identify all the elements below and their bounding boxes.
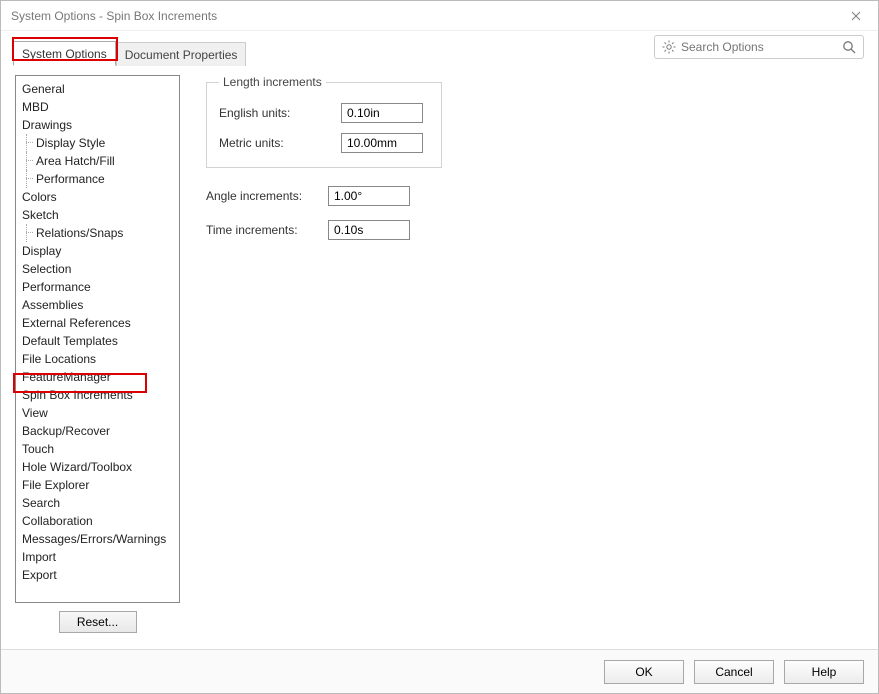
tree-item-drawings[interactable]: Drawings (20, 116, 175, 134)
tree-item-display[interactable]: Display (20, 242, 175, 260)
english-units-label: English units: (219, 106, 341, 120)
angle-increments-input[interactable] (328, 186, 410, 206)
tree-item-external-references[interactable]: External References (20, 314, 175, 332)
tab-system-options[interactable]: System Options (13, 41, 116, 66)
tree-item-backup-recover[interactable]: Backup/Recover (20, 422, 175, 440)
gear-icon (661, 39, 677, 55)
options-tree[interactable]: General MBD Drawings Display Style Area … (15, 75, 180, 603)
dialog-body: General MBD Drawings Display Style Area … (1, 65, 878, 649)
tree-item-display-style[interactable]: Display Style (20, 134, 175, 152)
search-input[interactable] (677, 40, 841, 54)
tree-item-sketch[interactable]: Sketch (20, 206, 175, 224)
tree-item-featuremanager[interactable]: FeatureManager (20, 368, 175, 386)
time-increments-input[interactable] (328, 220, 410, 240)
window-title: System Options - Spin Box Increments (11, 9, 217, 23)
tree-item-assemblies[interactable]: Assemblies (20, 296, 175, 314)
length-increments-legend: Length increments (219, 75, 326, 89)
time-increments-label: Time increments: (206, 223, 328, 237)
tree-item-hole-wizard-toolbox[interactable]: Hole Wizard/Toolbox (20, 458, 175, 476)
tab-bar: System Options Document Properties (1, 31, 878, 65)
english-units-input[interactable] (341, 103, 423, 123)
tab-document-properties[interactable]: Document Properties (116, 42, 247, 66)
tree-item-import[interactable]: Import (20, 548, 175, 566)
dialog-footer: OK Cancel Help (1, 649, 878, 693)
tree-item-default-templates[interactable]: Default Templates (20, 332, 175, 350)
reset-button[interactable]: Reset... (59, 611, 137, 633)
tree-item-view[interactable]: View (20, 404, 175, 422)
tree-item-relations-snaps[interactable]: Relations/Snaps (20, 224, 175, 242)
metric-units-input[interactable] (341, 133, 423, 153)
search-options-field[interactable] (654, 35, 864, 59)
help-button[interactable]: Help (784, 660, 864, 684)
tree-item-selection[interactable]: Selection (20, 260, 175, 278)
tree-item-spin-box-increments[interactable]: Spin Box Increments (20, 386, 175, 404)
tree-item-drawings-performance[interactable]: Performance (20, 170, 175, 188)
tree-item-general[interactable]: General (20, 80, 175, 98)
close-icon[interactable] (842, 6, 870, 26)
tree-item-file-explorer[interactable]: File Explorer (20, 476, 175, 494)
tree-item-touch[interactable]: Touch (20, 440, 175, 458)
tree-item-colors[interactable]: Colors (20, 188, 175, 206)
tree-item-file-locations[interactable]: File Locations (20, 350, 175, 368)
tree-item-messages-errors-warnings[interactable]: Messages/Errors/Warnings (20, 530, 175, 548)
tree-item-export[interactable]: Export (20, 566, 175, 584)
cancel-button[interactable]: Cancel (694, 660, 774, 684)
tree-item-mbd[interactable]: MBD (20, 98, 175, 116)
tree-item-performance[interactable]: Performance (20, 278, 175, 296)
tree-item-collaboration[interactable]: Collaboration (20, 512, 175, 530)
settings-panel: Length increments English units: Metric … (180, 75, 864, 649)
tree-item-area-hatch-fill[interactable]: Area Hatch/Fill (20, 152, 175, 170)
angle-increments-label: Angle increments: (206, 189, 328, 203)
metric-units-label: Metric units: (219, 136, 341, 150)
ok-button[interactable]: OK (604, 660, 684, 684)
side-column: General MBD Drawings Display Style Area … (15, 75, 180, 649)
search-icon (841, 39, 857, 55)
options-dialog: System Options - Spin Box Increments Sys… (0, 0, 879, 694)
tree-item-search[interactable]: Search (20, 494, 175, 512)
length-increments-group: Length increments English units: Metric … (206, 75, 442, 168)
titlebar: System Options - Spin Box Increments (1, 1, 878, 31)
